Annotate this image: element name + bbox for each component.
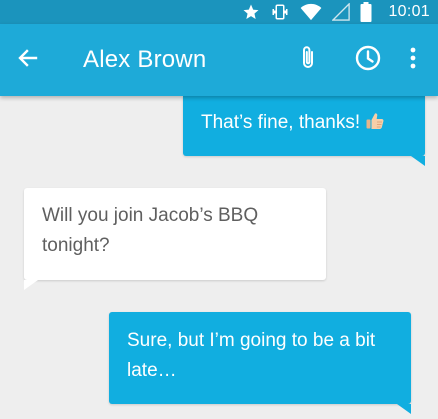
status-icons: 10:01 [242, 0, 430, 24]
message-bubble-incoming[interactable]: Will you join Jacob’s BBQ tonight? [24, 188, 326, 290]
vibrate-icon [270, 3, 290, 21]
battery-icon [360, 2, 372, 22]
signal-icon [332, 3, 351, 21]
status-bar: 10:01 [0, 0, 438, 24]
back-button[interactable] [12, 48, 44, 72]
message-text: That’s fine, thanks! [201, 112, 361, 133]
message-list[interactable]: That’s fine, thanks! Will you join Jacob… [0, 96, 438, 419]
thumbs-up-icon [365, 111, 385, 141]
bubble-tail [397, 404, 411, 414]
back-arrow-icon [16, 46, 40, 75]
message-text: Sure, but I’m going to be a bit late… [127, 330, 376, 381]
bubble-tail [24, 280, 38, 290]
message-bubble-outgoing[interactable]: That’s fine, thanks! [183, 96, 425, 166]
more-vert-icon [409, 46, 417, 75]
message-bubble-outgoing[interactable]: Sure, but I’m going to be a bit late… [109, 312, 411, 414]
status-time: 10:01 [388, 3, 430, 20]
star-icon [242, 3, 260, 21]
clock-icon [354, 44, 382, 77]
wifi-icon [300, 3, 322, 21]
paperclip-icon [296, 44, 320, 77]
schedule-button[interactable] [354, 44, 382, 77]
bubble-tail [411, 156, 425, 166]
attach-button[interactable] [294, 44, 322, 77]
message-text: Will you join Jacob’s BBQ tonight? [42, 205, 259, 256]
app-toolbar: Alex Brown [0, 24, 438, 96]
more-options-button[interactable] [399, 46, 427, 74]
contact-name: Alex Brown [83, 46, 207, 73]
